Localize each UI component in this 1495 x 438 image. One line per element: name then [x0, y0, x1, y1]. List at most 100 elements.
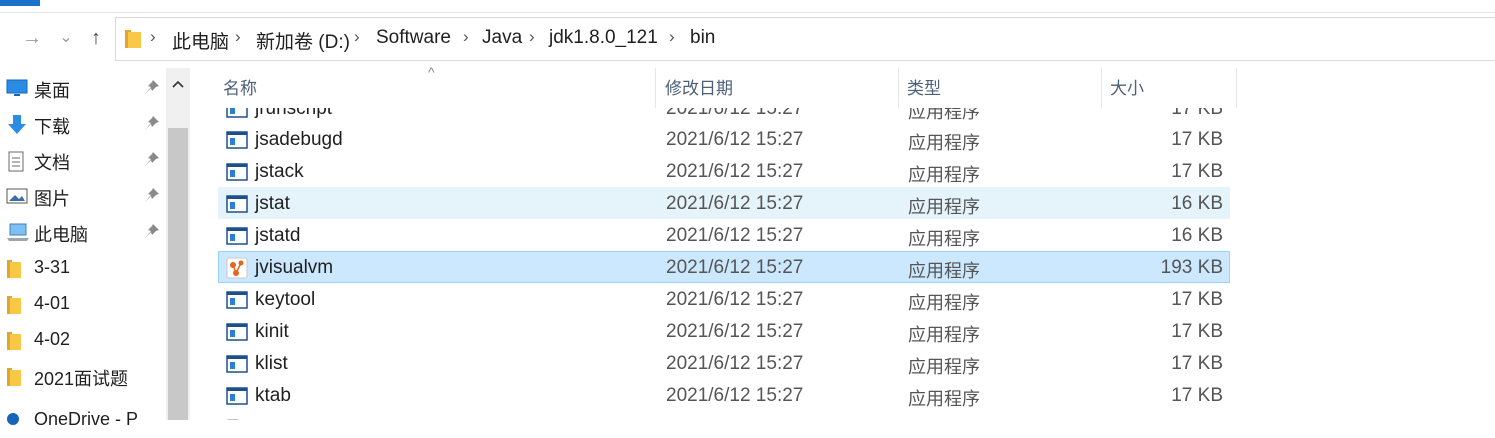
column-divider[interactable] — [898, 68, 899, 108]
breadcrumb-separator[interactable]: › — [463, 27, 469, 47]
pin-icon[interactable] — [144, 79, 160, 100]
file-list: jrunscript 2021/6/12 15:27 应用程序 17 KB js… — [218, 108, 1232, 420]
pictures-icon — [6, 187, 28, 210]
pin-icon[interactable] — [144, 115, 160, 136]
sidebar-item-folder-2021[interactable]: 2021面试题 — [0, 358, 166, 394]
desktop-icon — [6, 79, 28, 102]
file-size: 17 KB — [1171, 108, 1223, 119]
forward-button[interactable]: → — [18, 26, 46, 50]
up-button[interactable]: ↑ — [82, 26, 110, 50]
file-date: 2021/6/12 15:27 — [666, 289, 804, 310]
sidebar-item-label: 此电脑 — [34, 225, 88, 245]
file-name: ktab — [255, 385, 291, 406]
file-row[interactable]: ktab 2021/6/12 15:27 应用程序 17 KB — [218, 379, 1230, 411]
sidebar-item-onedrive[interactable]: OneDrive - P — [0, 402, 166, 438]
breadcrumb-drive-d[interactable]: 新加卷 (D:) — [256, 27, 350, 54]
file-row-selected[interactable]: jvisualvm 2021/6/12 15:27 应用程序 193 KB — [218, 251, 1230, 283]
file-row[interactable]: jstatd 2021/6/12 15:27 应用程序 16 KB — [218, 219, 1230, 251]
file-type: 应用程序 — [908, 261, 980, 281]
file-date: 2021/6/12 15:27 — [666, 257, 804, 278]
file-type: 应用程序 — [908, 389, 980, 409]
sidebar-scrollbar[interactable] — [166, 68, 190, 420]
file-date: 2021/6/12 15:27 — [666, 193, 804, 214]
file-row[interactable]: jstack 2021/6/12 15:27 应用程序 17 KB — [218, 155, 1230, 187]
address-bar[interactable]: › 此电脑 › 新加卷 (D:) › Software › Java › jdk… — [115, 17, 1495, 61]
breadcrumb-separator[interactable]: › — [235, 27, 241, 47]
column-header-size[interactable]: 大小 — [1110, 68, 1144, 108]
sidebar-item-label: 4-01 — [34, 293, 71, 313]
breadcrumb-software[interactable]: Software — [376, 27, 451, 49]
breadcrumb-separator[interactable]: › — [354, 27, 360, 47]
file-size: 193 KB — [1160, 257, 1223, 278]
column-headers: ^ 名称 修改日期 类型 大小 — [192, 64, 1495, 108]
file-row[interactable]: klist 2021/6/12 15:27 应用程序 17 KB — [218, 347, 1230, 379]
column-divider[interactable] — [655, 68, 656, 108]
sidebar-item-folder-4-01[interactable]: 4-01 — [0, 286, 166, 322]
folder-icon — [6, 259, 22, 284]
sidebar-item-pictures[interactable]: 图片 — [0, 178, 166, 214]
column-header-date[interactable]: 修改日期 — [665, 68, 733, 108]
column-divider[interactable] — [1236, 68, 1237, 108]
file-type: 应用程序 — [908, 133, 980, 153]
recent-locations-button[interactable]: ⌄ — [52, 26, 80, 50]
column-header-name[interactable]: 名称 — [223, 68, 257, 108]
sidebar-item-label: 3-31 — [34, 257, 71, 277]
file-date: 2021/6/12 15:27 — [666, 161, 804, 182]
scroll-up-button[interactable] — [166, 68, 190, 100]
sidebar-item-folder-4-02[interactable]: 4-02 — [0, 322, 166, 358]
visualvm-icon — [226, 257, 248, 284]
file-row[interactable]: keytool 2021/6/12 15:27 应用程序 17 KB — [218, 283, 1230, 315]
sidebar-item-this-pc[interactable]: 此电脑 — [0, 214, 166, 250]
file-row[interactable]: kinit 2021/6/12 15:27 应用程序 17 KB — [218, 315, 1230, 347]
column-header-type[interactable]: 类型 — [907, 68, 941, 108]
file-size: 16 KB — [1171, 193, 1223, 214]
pin-icon[interactable] — [144, 151, 160, 172]
file-row[interactable]: jsadebugd 2021/6/12 15:27 应用程序 17 KB — [218, 123, 1230, 155]
exe-icon — [226, 291, 248, 314]
breadcrumb-separator[interactable]: › — [529, 27, 535, 47]
sidebar-item-label: 文档 — [34, 153, 70, 173]
file-row[interactable]: 应用程序 — [218, 411, 1230, 420]
chevron-up-icon — [172, 80, 184, 88]
file-type: 应用程序 — [908, 197, 980, 217]
breadcrumb-bin[interactable]: bin — [690, 27, 715, 49]
exe-icon — [226, 387, 248, 410]
file-date: 2021/6/12 15:27 — [666, 353, 804, 374]
column-divider[interactable] — [1101, 68, 1102, 108]
scrollbar-thumb[interactable] — [168, 128, 188, 420]
sidebar-item-label: 下载 — [34, 117, 70, 137]
file-date: 2021/6/12 15:27 — [666, 108, 804, 119]
file-name: jsadebugd — [255, 129, 343, 150]
file-size: 17 KB — [1171, 289, 1223, 310]
navigation-bar: → ⌄ ↑ › 此电脑 › 新加卷 (D:) › Software › Java… — [0, 14, 1495, 64]
window-top-strip — [0, 0, 1495, 13]
file-row[interactable]: jrunscript 2021/6/12 15:27 应用程序 17 KB — [218, 108, 1230, 124]
breadcrumb-separator[interactable]: › — [150, 27, 156, 47]
breadcrumb-separator[interactable]: › — [669, 27, 675, 47]
pin-icon[interactable] — [144, 187, 160, 208]
sidebar-item-documents[interactable]: 文档 — [0, 142, 166, 178]
exe-icon — [226, 355, 248, 378]
sidebar-item-folder-3-31[interactable]: 3-31 — [0, 250, 166, 286]
file-type: 应用程序 — [908, 165, 980, 185]
exe-icon — [226, 227, 248, 250]
navigation-pane: 桌面 下载 文档 图片 此电脑 3-31 4-01 4-02 2021面试题 O — [0, 68, 192, 429]
file-type: 应用程序 — [908, 325, 980, 345]
folder-icon — [124, 29, 142, 54]
breadcrumb-java[interactable]: Java — [482, 27, 522, 49]
pin-icon[interactable] — [144, 223, 160, 244]
exe-icon — [226, 108, 248, 123]
breadcrumb-this-pc[interactable]: 此电脑 — [172, 27, 229, 54]
breadcrumb-jdk[interactable]: jdk1.8.0_121 — [549, 27, 658, 49]
file-row[interactable]: jstat 2021/6/12 15:27 应用程序 16 KB — [218, 187, 1230, 219]
file-type: 应用程序 — [908, 229, 980, 249]
file-type: 应用程序 — [908, 357, 980, 377]
file-size: 17 KB — [1171, 321, 1223, 342]
file-date: 2021/6/12 15:27 — [666, 385, 804, 406]
file-name: klist — [255, 353, 288, 374]
sidebar-item-downloads[interactable]: 下载 — [0, 106, 166, 142]
exe-icon — [226, 323, 248, 346]
sidebar-item-desktop[interactable]: 桌面 — [0, 70, 166, 106]
file-type: 应用程序 — [908, 108, 980, 122]
document-icon — [6, 151, 26, 178]
